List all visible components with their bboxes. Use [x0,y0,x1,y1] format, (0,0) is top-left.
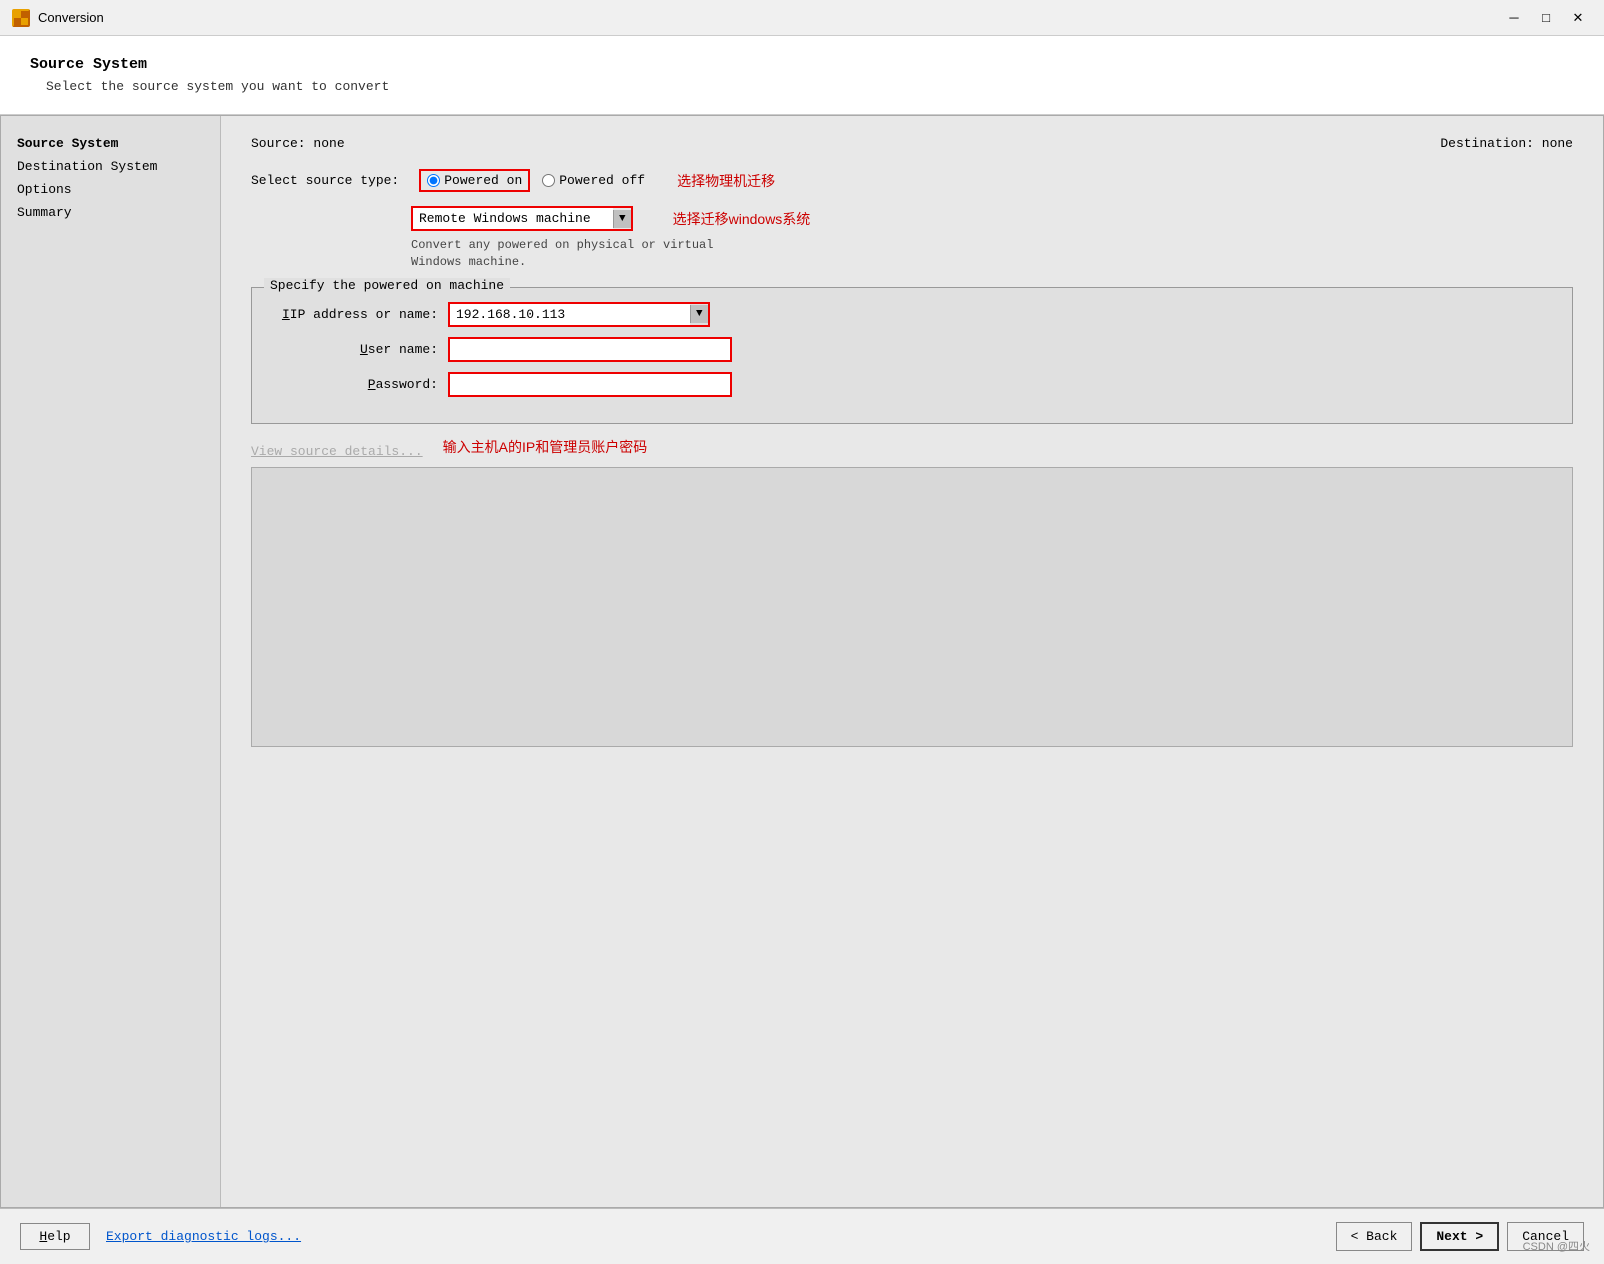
titlebar-left: Conversion [12,9,104,27]
source-info: Source: none [251,136,345,151]
sidebar: Source System Destination System Options… [1,116,221,1207]
titlebar: Conversion ─ □ ✕ [0,0,1604,36]
watermark: CSDN @四火 [1523,1238,1590,1254]
sidebar-item-source-system[interactable]: Source System [1,132,220,155]
powered-on-machine-group: Specify the powered on machine IIP addre… [251,287,1573,424]
sidebar-item-options[interactable]: Options [1,178,220,201]
page-subtitle: Select the source system you want to con… [30,79,1574,94]
sidebar-item-summary[interactable]: Summary [1,201,220,224]
page-title: Source System [30,56,1574,73]
help-button[interactable]: Help [20,1223,90,1250]
view-source-row: View source details... 输入主机A的IP和管理员账户密码 [251,436,1573,459]
username-input-wrapper [448,337,732,362]
powered-off-radio[interactable] [542,174,555,187]
sd-header: Source: none Destination: none [251,136,1573,151]
group-box-legend: Specify the powered on machine [264,278,510,293]
source-value: none [313,136,344,151]
export-logs-button[interactable]: Export diagnostic logs... [106,1229,301,1244]
password-label: Password: [268,377,448,392]
header-section: Source System Select the source system y… [0,36,1604,115]
minimize-button[interactable]: ─ [1500,7,1528,29]
help-label: Help [39,1229,70,1244]
ip-dropdown-arrow-icon[interactable]: ▼ [690,305,708,323]
powered-on-label: Powered on [444,173,522,188]
source-type-row: Select source type: Powered on Powered o… [251,169,1573,192]
password-input[interactable] [450,374,730,395]
view-source-details-link[interactable]: View source details... [251,444,423,459]
annotation-select-windows: 选择迁移windows系统 [673,209,811,229]
sidebar-item-destination-system[interactable]: Destination System [1,155,220,178]
destination-value: none [1542,136,1573,151]
content-area: Source: none Destination: none Select so… [221,116,1603,1207]
machine-type-select[interactable]: Remote Windows machine Local machine [413,208,613,229]
dropdown-row: Remote Windows machine Local machine ▼ 选… [411,206,1573,231]
dropdown-arrow-icon[interactable]: ▼ [613,210,631,228]
ip-address-row: IIP address or name: ▼ [268,302,1556,327]
password-input-wrapper [448,372,732,397]
destination-info: Destination: none [1440,136,1573,151]
powered-on-radio-label[interactable]: Powered on [427,173,522,188]
powered-off-radio-label[interactable]: Powered off [542,173,645,188]
detail-area [251,467,1573,747]
ip-address-input[interactable] [450,304,690,325]
username-input[interactable] [450,339,730,360]
main-area: Source System Destination System Options… [0,115,1604,1208]
annotation-ip: 输入主机A的IP和管理员账户密码 [443,437,648,457]
username-row: User name: [268,337,1556,362]
ip-address-label: IIP address or name: [268,307,448,322]
powered-on-option-box: Powered on [419,169,530,192]
source-label: Source: [251,136,306,151]
titlebar-controls: ─ □ ✕ [1500,7,1592,29]
maximize-button[interactable]: □ [1532,7,1560,29]
username-label: User name: [268,342,448,357]
source-type-label: Select source type: [251,173,399,188]
ip-input-wrapper: ▼ [448,302,710,327]
machine-type-dropdown-box: Remote Windows machine Local machine ▼ [411,206,633,231]
annotation-select-physical: 选择物理机迁移 [677,171,775,191]
powered-on-radio[interactable] [427,174,440,187]
destination-label: Destination: [1440,136,1534,151]
password-row: Password: [268,372,1556,397]
app-icon [12,9,30,27]
powered-off-label: Powered off [559,173,645,188]
footer: Help Export diagnostic logs... < Back Ne… [0,1208,1604,1264]
machine-type-description: Convert any powered on physical or virtu… [411,237,731,271]
back-button[interactable]: < Back [1336,1222,1413,1251]
close-button[interactable]: ✕ [1564,7,1592,29]
next-button[interactable]: Next > [1420,1222,1499,1251]
window-title: Conversion [38,10,104,25]
